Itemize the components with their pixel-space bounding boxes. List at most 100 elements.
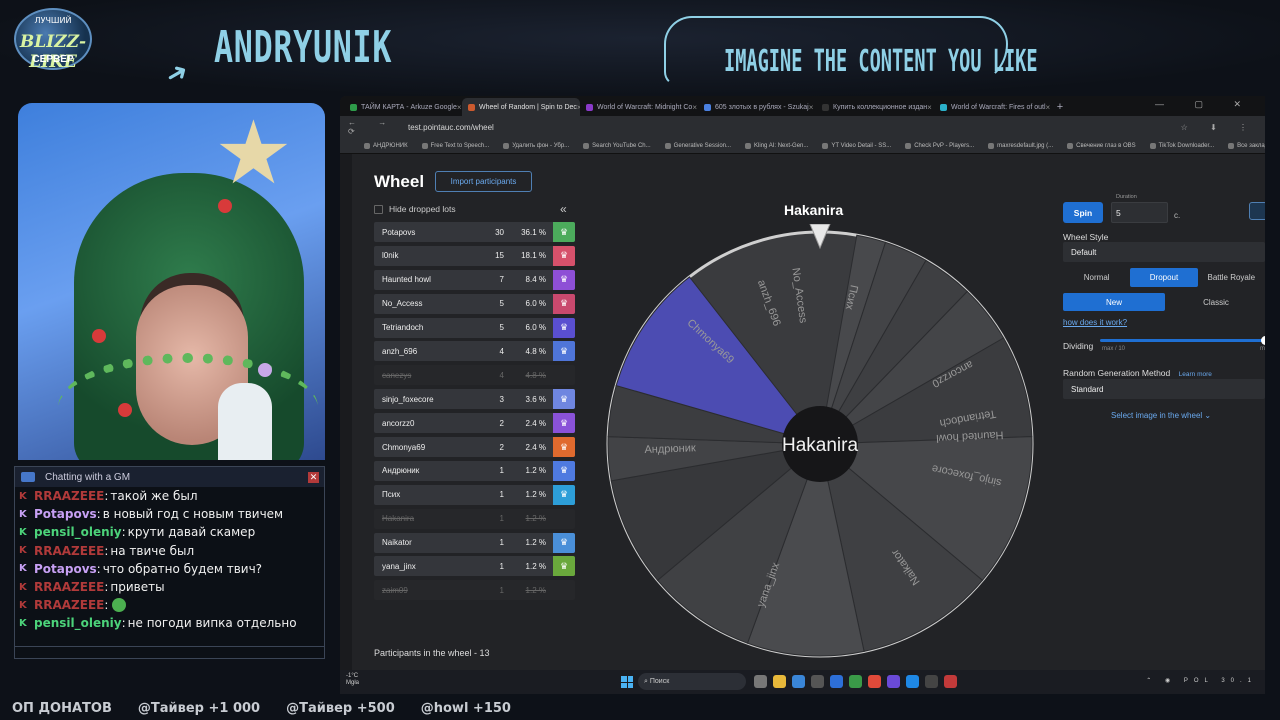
wheel-style-select[interactable]: Default <box>1063 242 1265 262</box>
lot-color-icon[interactable]: ♛ <box>553 532 575 553</box>
weather-widget[interactable]: -1°C Mgła <box>346 673 359 687</box>
close-icon[interactable]: ✕ <box>308 472 319 483</box>
spin-wheel[interactable]: TetriandochHaunted howlsinjo_foxecoreNai… <box>600 224 1040 664</box>
lot-row[interactable]: Naikator 1 1.2 % ♛ <box>374 532 575 553</box>
settings-icon[interactable] <box>811 675 824 688</box>
lot-row[interactable]: Chmonya69 2 2.4 % ♛ <box>374 437 575 458</box>
xbox-icon[interactable] <box>849 675 862 688</box>
import-participants-button[interactable]: Import participants <box>435 171 532 192</box>
close-tab-icon[interactable]: × <box>457 103 462 112</box>
lot-color-icon[interactable]: ♛ <box>553 484 575 505</box>
lot-row[interactable]: Haunted howl 7 8.4 % ♛ <box>374 269 575 290</box>
taskbar-search[interactable]: ⌕ Поиск <box>638 673 746 690</box>
chat-input[interactable] <box>15 646 324 658</box>
browser-tab[interactable]: World of Warcraft: Midnight Co × <box>580 98 698 116</box>
lot-color-icon[interactable]: ♛ <box>553 389 575 410</box>
lot-row[interactable]: ancorzz0 2 2.4 % ♛ <box>374 413 575 434</box>
bookmark-item[interactable]: Удалить фон - Убр... <box>503 143 569 149</box>
lot-color-icon[interactable]: ♛ <box>553 222 575 242</box>
toolbar-icons[interactable]: ☆ ⬇ ⋮ <box>1181 123 1257 132</box>
app-icon[interactable] <box>830 675 843 688</box>
obs-icon[interactable] <box>925 675 938 688</box>
close-tab-icon[interactable]: × <box>809 103 814 112</box>
chat-username[interactable]: pensil_oleniy <box>34 525 122 539</box>
how-it-works-link[interactable]: how does it work? <box>1063 318 1127 327</box>
lot-color-icon[interactable]: ♛ <box>553 413 575 434</box>
mode-option[interactable]: Normal <box>1063 268 1130 287</box>
browser-tab[interactable]: World of Warcraft: Fires of outl × <box>934 98 1052 116</box>
browser-tab[interactable]: 605 злотых в рублях - Szukaj × <box>698 98 816 116</box>
bookmark-item[interactable]: Search YouTube Ch... <box>583 143 651 149</box>
store-icon[interactable] <box>792 675 805 688</box>
system-tray[interactable]: ⌃ ◉ POL 30.1 <box>1146 677 1257 684</box>
discord-icon[interactable] <box>887 675 900 688</box>
new-tab-button[interactable]: + <box>1052 98 1068 116</box>
dividing-slider[interactable] <box>1100 336 1265 345</box>
lot-color-icon[interactable]: ♛ <box>553 317 575 338</box>
checkbox[interactable] <box>374 204 383 214</box>
window-controls[interactable]: — ▢ ✕ <box>1155 99 1255 110</box>
browser-tab[interactable]: ТАЙМ КАРТА - Arkuze Google × <box>344 98 462 116</box>
mode-option[interactable]: Battle Royale <box>1198 268 1265 287</box>
lot-color-icon[interactable]: ♛ <box>553 460 575 481</box>
lot-row[interactable]: l0nik 15 18.1 % ♛ <box>374 245 575 266</box>
lot-color-icon[interactable]: ♛ <box>553 580 575 600</box>
lot-row[interactable]: Псих 1 1.2 % ♛ <box>374 484 575 505</box>
lot-color-icon[interactable]: ♛ <box>553 245 575 266</box>
lot-color-icon[interactable]: ♛ <box>553 269 575 290</box>
lot-row[interactable]: Андрюник 1 1.2 % ♛ <box>374 460 575 481</box>
lot-row[interactable]: yana_jinx 1 1.2 % ♛ <box>374 556 575 577</box>
lot-color-icon[interactable]: ♛ <box>553 437 575 458</box>
bookmark-item[interactable]: YT Video Detail - SS... <box>822 143 891 149</box>
duration-input[interactable]: Duration 5 <box>1111 194 1168 223</box>
lot-color-icon[interactable]: ♛ <box>553 365 575 385</box>
lot-row[interactable]: sinjo_foxecore 3 3.6 % ♛ <box>374 389 575 410</box>
windows-start-icon[interactable] <box>621 676 633 688</box>
close-tab-icon[interactable]: × <box>692 103 697 112</box>
hide-dropped-toggle[interactable]: Hide dropped lots <box>374 204 456 214</box>
chat-username[interactable]: RRAAZEEE <box>34 544 104 558</box>
bookmark-item[interactable]: Free Text to Speech... <box>422 143 490 149</box>
lot-row[interactable]: canezys 4 4.8 % ♛ <box>374 365 575 386</box>
lot-row[interactable]: No_Access 5 6.0 % ♛ <box>374 293 575 314</box>
lot-row[interactable]: Hakanira 1 1.2 % ♛ <box>374 508 575 529</box>
url-input[interactable]: test.pointauc.com/wheel <box>408 123 1181 132</box>
mode-option[interactable]: Dropout <box>1130 268 1198 287</box>
lot-color-icon[interactable]: ♛ <box>553 341 575 362</box>
slider-thumb[interactable] <box>1261 336 1265 345</box>
browser-tab[interactable]: Wheel of Random | Spin to Dec × <box>462 98 580 116</box>
rng-select[interactable]: Standard <box>1063 379 1265 399</box>
app-icon[interactable] <box>944 675 957 688</box>
lot-row[interactable]: Potapovs 30 36.1 % ♛ <box>374 222 575 242</box>
dropout-type-option[interactable]: New <box>1063 293 1165 311</box>
nav-buttons[interactable]: ← → ⟳ <box>348 118 408 136</box>
chat-username[interactable]: RRAAZEEE <box>34 598 104 612</box>
bookmark-item[interactable]: Generative Session... <box>665 143 731 149</box>
bookmark-item[interactable]: Свечение глаз в OBS <box>1067 143 1136 149</box>
app-icon[interactable] <box>906 675 919 688</box>
close-tab-icon[interactable]: × <box>927 103 932 112</box>
chat-username[interactable]: RRAAZEEE <box>34 489 104 503</box>
bookmark-item[interactable]: Все закладки <box>1228 143 1265 149</box>
chat-username[interactable]: Potapovs <box>34 507 97 521</box>
dropout-type-option[interactable]: Classic <box>1165 293 1265 311</box>
chat-username[interactable]: pensil_oleniy <box>34 616 122 630</box>
spin-button[interactable]: Spin <box>1063 202 1103 223</box>
lot-row[interactable]: Tetriandoch 5 6.0 % ♛ <box>374 317 575 338</box>
chat-username[interactable]: RRAAZEEE <box>34 580 104 594</box>
chrome-icon[interactable] <box>868 675 881 688</box>
bookmark-item[interactable]: АНДРЮНИК <box>364 143 408 149</box>
bookmark-item[interactable]: Kling AI: Next-Gen... <box>745 143 808 149</box>
lot-color-icon[interactable]: ♛ <box>553 556 575 577</box>
bookmark-item[interactable]: Check PvP - Players... <box>905 143 974 149</box>
chat-username[interactable]: Potapovs <box>34 562 97 576</box>
close-tab-icon[interactable]: × <box>1046 103 1051 112</box>
file-explorer-icon[interactable] <box>773 675 786 688</box>
task-view-icon[interactable] <box>754 675 767 688</box>
collapse-icon[interactable]: « <box>560 202 567 216</box>
fullscreen-button[interactable] <box>1249 202 1265 220</box>
lot-row[interactable]: anzh_696 4 4.8 % ♛ <box>374 341 575 362</box>
learn-more-link[interactable]: Learn more <box>1179 371 1212 378</box>
bookmark-item[interactable]: maxresdefault.jpg (... <box>988 143 1053 149</box>
select-image-button[interactable]: Select image in the wheel ⌄ <box>1111 411 1211 420</box>
